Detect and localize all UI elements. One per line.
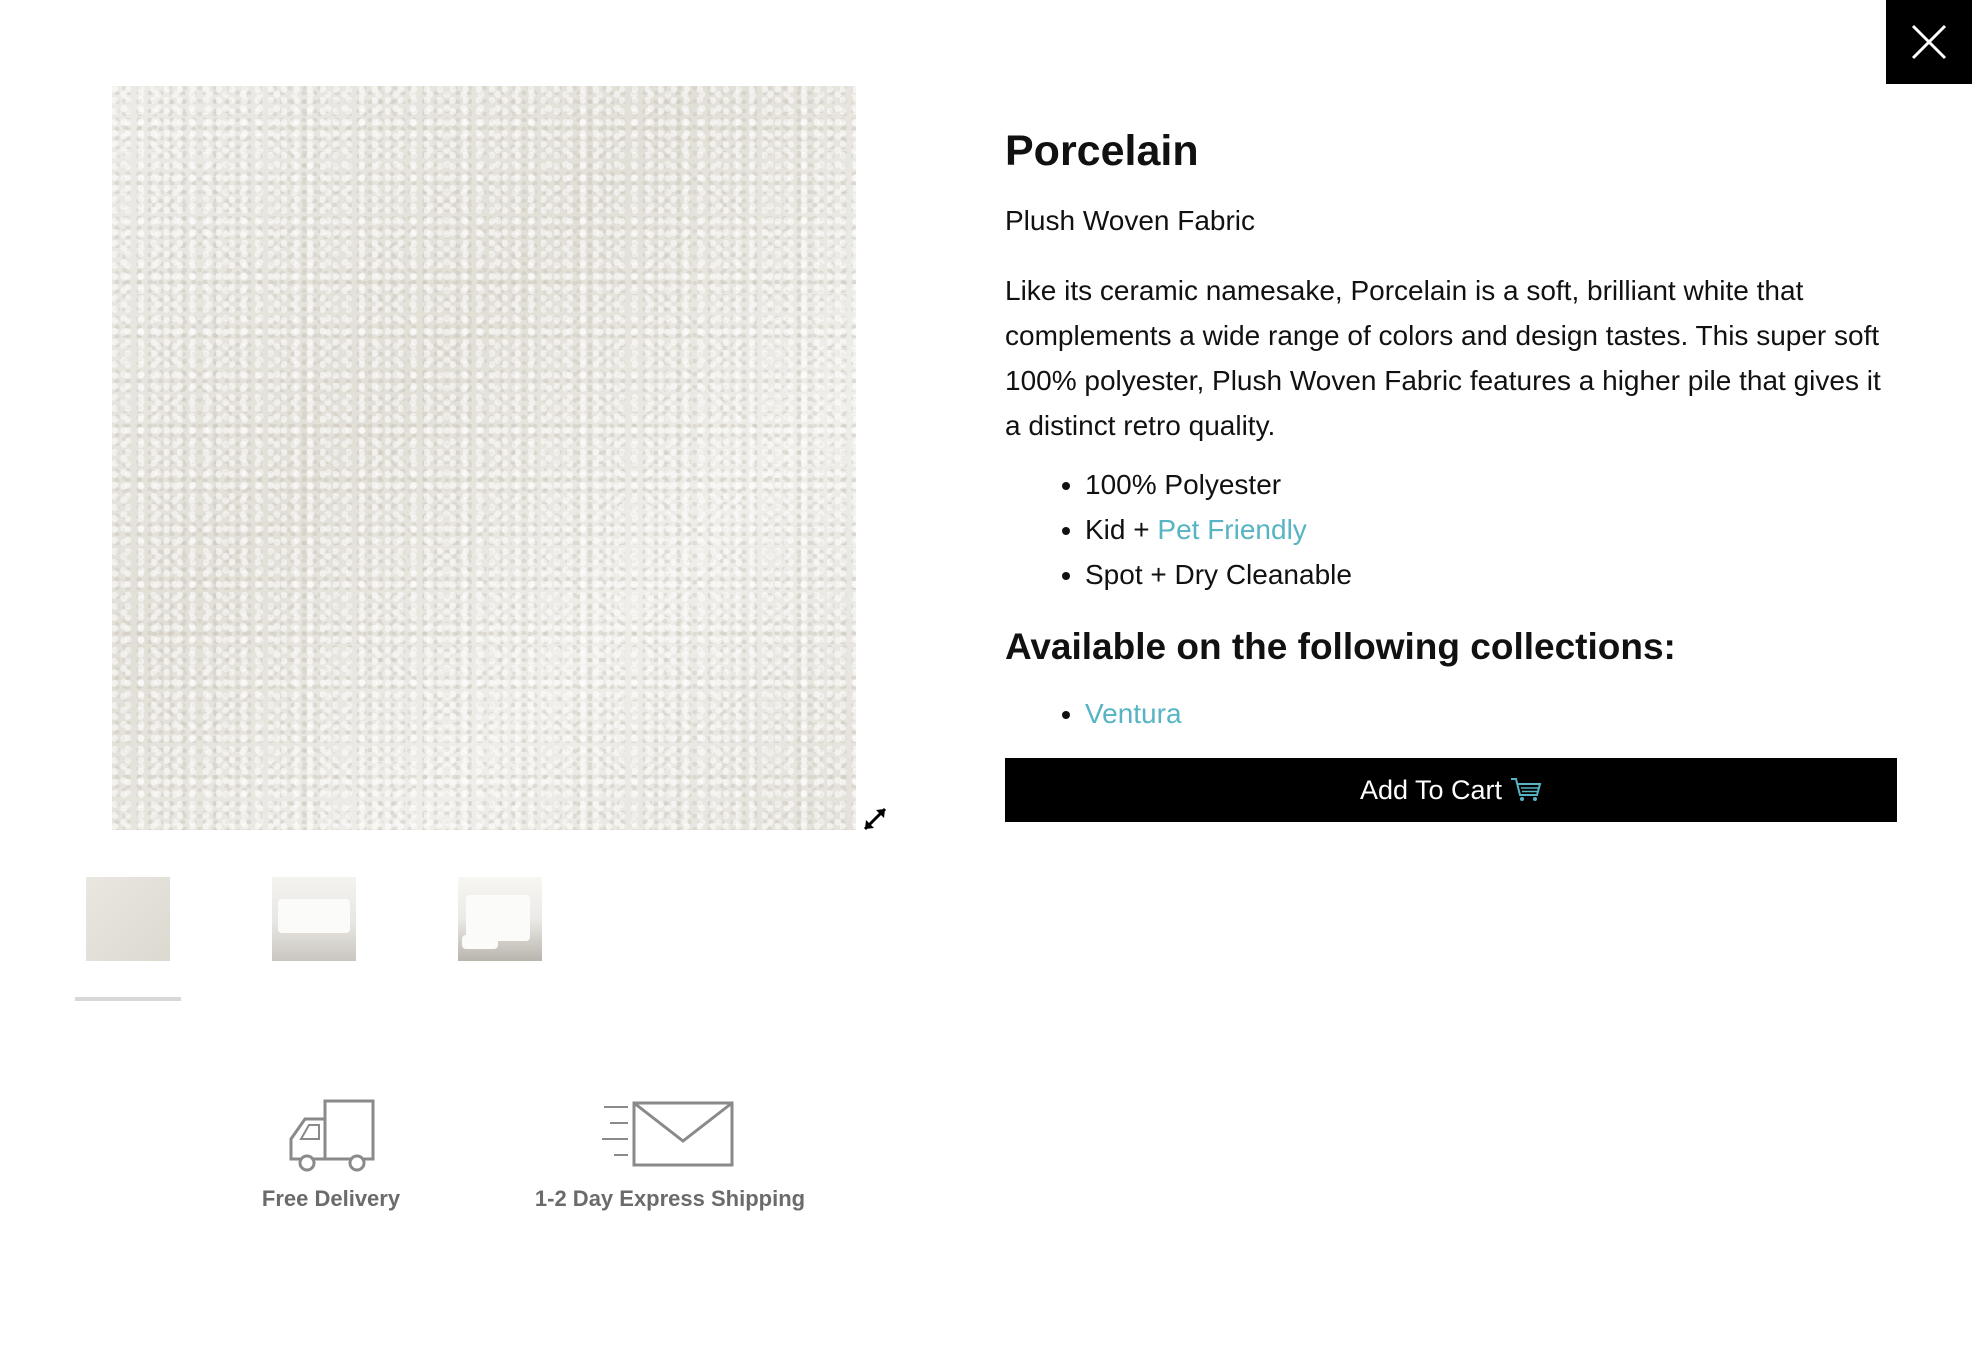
product-description: Like its ceramic namesake, Porcelain is … (1005, 275, 1881, 441)
product-features-list: 100% Polyester Kid + Pet Friendly Spot +… (1005, 462, 1895, 597)
sofa-shape (278, 899, 350, 933)
express-shipping-feature: 1-2 Day Express Shipping (520, 1095, 820, 1212)
envelope-icon (602, 1101, 734, 1167)
collection-link-ventura[interactable]: Ventura (1085, 698, 1182, 729)
express-shipping-label: 1-2 Day Express Shipping (534, 1186, 806, 1211)
collections-list: Ventura (1005, 691, 1895, 736)
fabric-swatch-image[interactable] (112, 86, 856, 830)
collection-item: Ventura (1085, 691, 1895, 736)
thumbnail-sofa[interactable] (272, 877, 356, 961)
collections-heading: Available on the following collections: (1005, 626, 1676, 667)
product-subtitle: Plush Woven Fabric (1005, 205, 1256, 236)
feature-item-kid-pet: Kid + Pet Friendly (1085, 507, 1895, 552)
feature-item-cleanable: Spot + Dry Cleanable (1085, 552, 1895, 597)
expand-icon[interactable] (860, 804, 890, 834)
add-to-cart-button[interactable]: Add To Cart (1005, 758, 1897, 822)
close-icon (1911, 24, 1947, 60)
thumbnail-selected-indicator (75, 997, 181, 1001)
feature-item-polyester: 100% Polyester (1085, 462, 1895, 507)
add-to-cart-label: Add To Cart (1359, 774, 1503, 805)
free-delivery-label: Free Delivery (261, 1186, 401, 1211)
feature-item-kid-prefix: Kid + (1085, 514, 1158, 545)
recliner-footrest-shape (462, 935, 498, 949)
thumbnail-fabric-swatch[interactable] (86, 877, 170, 961)
thumbnail-recliner[interactable] (458, 877, 542, 961)
truck-icon (289, 1099, 375, 1172)
product-details: Porcelain Plush Woven Fabric Like its ce… (1005, 122, 1897, 822)
pet-friendly-link[interactable]: Pet Friendly (1157, 514, 1306, 545)
cart-icon (1511, 778, 1542, 801)
product-title: Porcelain (1005, 127, 1199, 175)
close-button[interactable] (1886, 0, 1972, 84)
free-delivery-feature: Free Delivery (256, 1095, 406, 1212)
